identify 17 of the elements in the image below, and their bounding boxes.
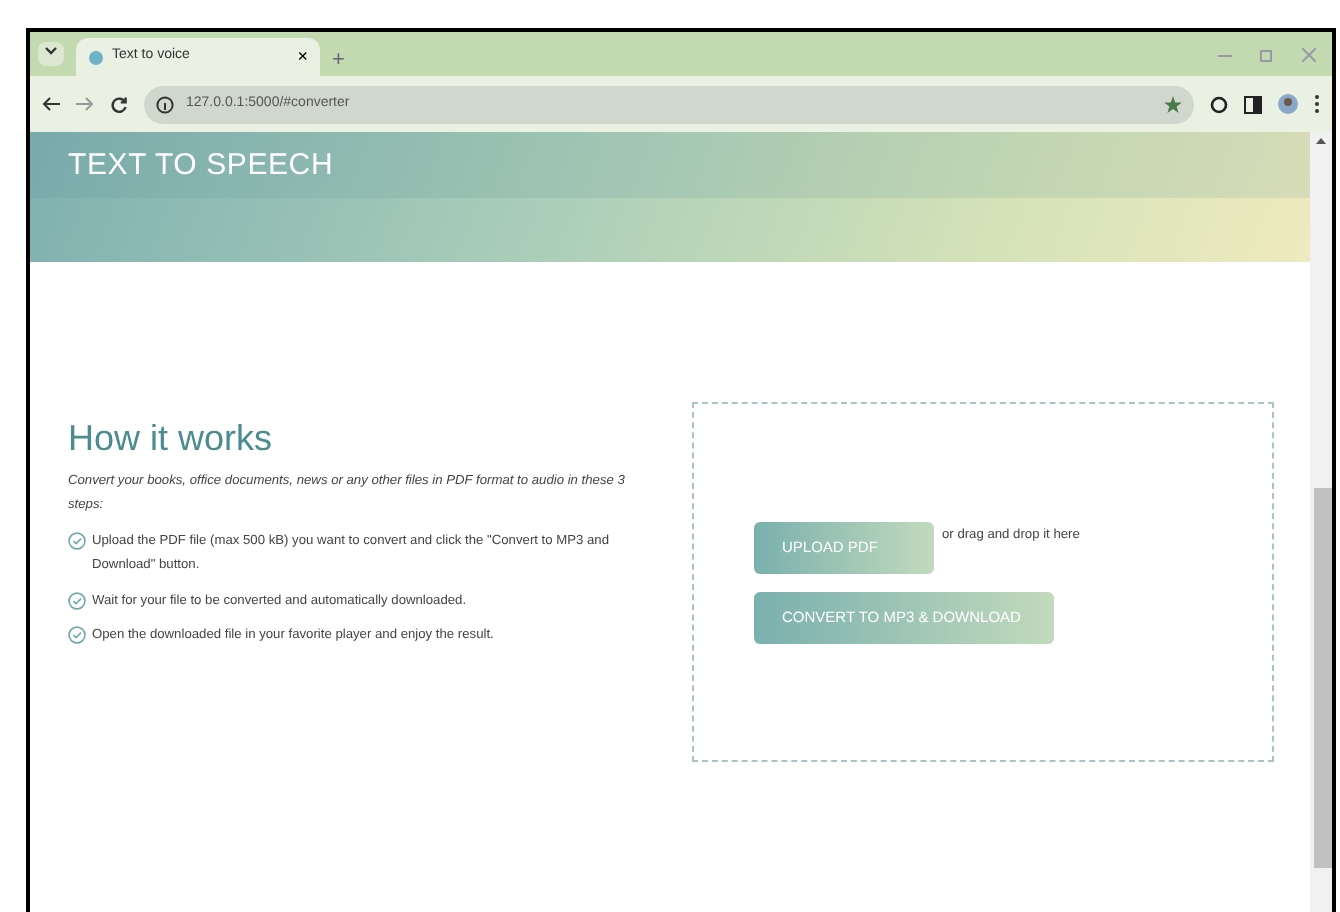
page-title: TEXT TO SPEECH [68,147,334,183]
info-icon [156,95,174,113]
reload-icon[interactable] [110,95,128,113]
close-tab-button[interactable]: × [297,48,308,66]
profile-avatar[interactable] [1278,94,1298,114]
check-circle-icon [68,591,86,610]
sidebar-icon[interactable] [1244,95,1262,113]
check-circle-icon [68,531,86,550]
back-icon[interactable] [42,96,60,112]
check-circle-icon [68,626,86,645]
tab-list-button[interactable] [38,41,64,67]
new-tab-button[interactable]: + [332,50,345,76]
section-heading: How it works [68,418,275,462]
star-icon[interactable] [1164,95,1182,113]
menu-icon[interactable] [1314,94,1320,114]
scrollbar-thumb[interactable] [1314,488,1332,868]
chevron-down-icon [44,46,58,57]
